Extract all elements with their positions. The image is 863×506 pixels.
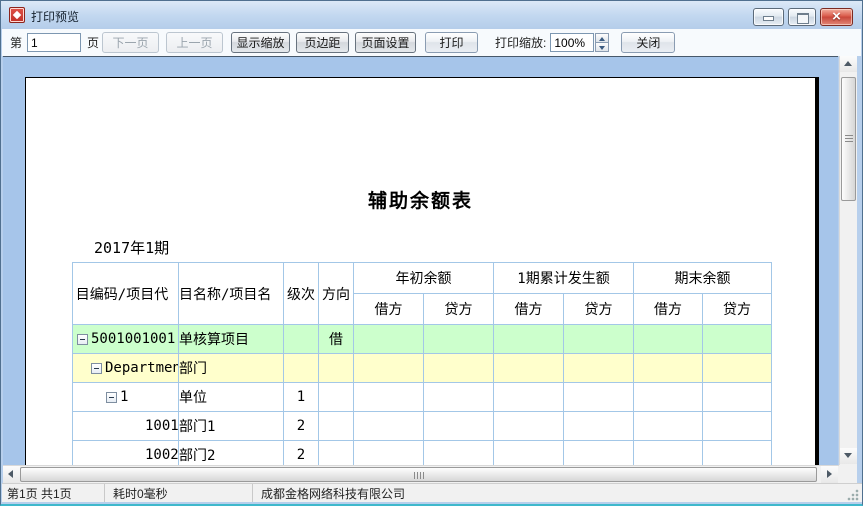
header-debit: 借方: [354, 294, 424, 325]
header-code: 目编码/项目代: [73, 263, 179, 325]
header-credit: 贷方: [703, 294, 772, 325]
toolbar: 第 页 下一页 上一页 显示缩放 页边距 页面设置 打印 打印缩放: 关闭: [2, 29, 861, 56]
table-row: 1002 部门2 2: [73, 441, 772, 466]
status-company-name: 成都金格网络科技有限公司: [253, 484, 862, 502]
cell-level: [284, 354, 319, 383]
header-debit: 借方: [494, 294, 564, 325]
balance-table: 目编码/项目代 目名称/项目名 级次 方向 年初余额 1期累计发生额 期末余额 …: [72, 262, 772, 465]
cell-level: 2: [284, 412, 319, 441]
header-direction: 方向: [319, 263, 354, 325]
cell-name: 单位: [179, 383, 284, 412]
cell-name: 部门1: [179, 412, 284, 441]
scroll-down-icon[interactable]: [840, 448, 857, 464]
table-row: 5001001001 单核算项目 借: [73, 325, 772, 354]
cell-direction: [319, 412, 354, 441]
cell-level: 2: [284, 441, 319, 466]
table-header-row: 目编码/项目代 目名称/项目名 级次 方向 年初余额 1期累计发生额 期末余额: [73, 263, 772, 294]
report-page[interactable]: 辅助余额表 2017年1期 目编码/项目代 目名称/项目名 级次 方向 年初余额…: [25, 77, 819, 465]
table-row: 1001 部门1 2: [73, 412, 772, 441]
collapse-icon: [77, 334, 88, 345]
status-page-count: 第1页 共1页: [2, 484, 105, 502]
scroll-right-icon[interactable]: [821, 466, 838, 483]
close-window-button[interactable]: [820, 8, 853, 26]
cell-direction: [319, 354, 354, 383]
window-title: 打印预览: [31, 8, 79, 25]
page-label-prefix: 第: [10, 34, 22, 51]
show-zoom-button[interactable]: 显示缩放: [231, 32, 290, 53]
collapse-icon: [91, 363, 102, 374]
titlebar: 打印预览: [1, 1, 862, 29]
header-name: 目名称/项目名: [179, 263, 284, 325]
page-margins-button[interactable]: 页边距: [296, 32, 349, 53]
status-elapsed-time: 耗时0毫秒: [105, 484, 253, 502]
cell-direction: 借: [319, 325, 354, 354]
vertical-scrollbar[interactable]: [839, 56, 857, 465]
cell-code: 1: [73, 383, 179, 412]
minimize-button[interactable]: [753, 8, 784, 26]
report-title: 辅助余额表: [26, 186, 815, 213]
print-zoom-label: 打印缩放:: [495, 34, 546, 51]
header-opening-balance: 年初余额: [354, 263, 494, 294]
collapse-icon: [106, 392, 117, 403]
statusbar: 第1页 共1页 耗时0毫秒 成都金格网络科技有限公司: [2, 483, 862, 502]
cell-level: 1: [284, 383, 319, 412]
prev-page-button[interactable]: 上一页: [166, 32, 223, 53]
header-level: 级次: [284, 263, 319, 325]
table-row: 1 单位 1: [73, 383, 772, 412]
cell-direction: [319, 383, 354, 412]
preview-area: 辅助余额表 2017年1期 目编码/项目代 目名称/项目名 级次 方向 年初余额…: [3, 56, 838, 465]
cell-name: 单核算项目: [179, 325, 284, 354]
cell-code: 1002: [73, 441, 179, 466]
horizontal-scrollbar-thumb[interactable]: [20, 467, 817, 482]
print-button[interactable]: 打印: [425, 32, 478, 53]
scroll-left-icon[interactable]: [3, 466, 20, 483]
spinner-down-icon[interactable]: [595, 42, 609, 52]
header-credit: 贷方: [424, 294, 494, 325]
cell-code: 1001: [73, 412, 179, 441]
table-row: Department 部门: [73, 354, 772, 383]
scrollbar-corner: [839, 465, 857, 483]
cell-code: Department: [73, 354, 179, 383]
page-setup-button[interactable]: 页面设置: [355, 32, 416, 53]
next-page-button[interactable]: 下一页: [102, 32, 159, 53]
cell-code: 5001001001: [73, 325, 179, 354]
header-credit: 贷方: [564, 294, 634, 325]
spinner-up-icon[interactable]: [595, 33, 609, 42]
horizontal-scrollbar[interactable]: [3, 465, 839, 483]
header-debit: 借方: [634, 294, 703, 325]
print-zoom-spinner: [595, 33, 609, 52]
close-preview-button[interactable]: 关闭: [621, 32, 675, 53]
cell-level: [284, 325, 319, 354]
page-number-input[interactable]: [27, 33, 81, 52]
report-period: 2017年1期: [94, 237, 169, 258]
cell-name: 部门2: [179, 441, 284, 466]
header-ending-balance: 期末余额: [634, 263, 772, 294]
header-period-activity: 1期累计发生额: [494, 263, 634, 294]
resize-grip[interactable]: [847, 489, 859, 501]
maximize-button[interactable]: [788, 8, 816, 26]
page-label-suffix: 页: [87, 34, 99, 51]
print-zoom-input[interactable]: [550, 33, 594, 52]
vertical-scrollbar-thumb[interactable]: [841, 77, 856, 201]
print-preview-window: 打印预览 第 页 下一页 上一页 显示缩放 页边距 页面设置 打印 打印缩放: …: [0, 0, 863, 506]
app-icon: [9, 7, 25, 23]
scroll-up-icon[interactable]: [840, 56, 857, 72]
cell-name: 部门: [179, 354, 284, 383]
cell-direction: [319, 441, 354, 466]
